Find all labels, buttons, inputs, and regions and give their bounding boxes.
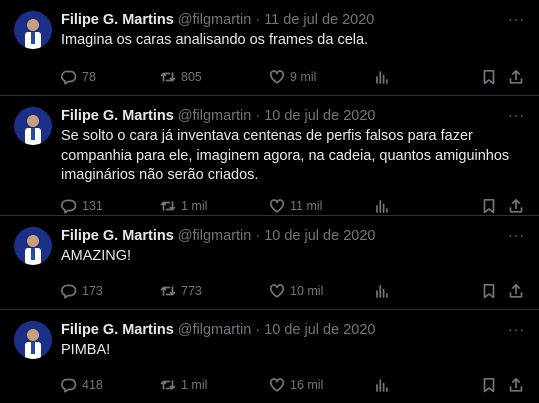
bar-chart-icon (376, 284, 388, 298)
tweet[interactable]: Filipe G. Martins @filgmartin · 10 de ju… (0, 216, 539, 310)
reply-button[interactable]: 173 (61, 273, 103, 309)
views-button[interactable] (374, 367, 390, 403)
bar-chart-icon (376, 199, 388, 213)
like-count: 9 mil (290, 69, 317, 84)
share-upload-icon (509, 69, 523, 84)
author-handle[interactable]: @filgmartin (178, 10, 252, 30)
tweet-text: Se solto o cara já inventava centenas de… (61, 128, 510, 183)
retweet-count: 1 mil (181, 198, 208, 213)
retweet-button[interactable]: 773 (160, 273, 202, 309)
bookmark-button[interactable] (481, 59, 497, 95)
tweet-date[interactable]: 10 de jul de 2020 (264, 226, 375, 246)
tweet-text: Imagina os caras analisando os frames da… (61, 32, 369, 48)
tweet[interactable]: Filipe G. Martins @filgmartin · 10 de ju… (0, 96, 539, 216)
separator-dot: · (255, 322, 261, 338)
tweet[interactable]: Filipe G. Martins @filgmartin · 10 de ju… (0, 310, 539, 397)
views-button[interactable] (374, 59, 390, 95)
heart-icon (269, 69, 285, 84)
author-name[interactable]: Filipe G. Martins (61, 10, 174, 30)
heart-icon (269, 198, 285, 213)
bookmark-button[interactable] (481, 367, 497, 403)
tweet-date[interactable]: 10 de jul de 2020 (264, 106, 375, 126)
more-dots-icon[interactable]: ··· (508, 108, 525, 122)
tweet-date[interactable]: 10 de jul de 2020 (264, 320, 375, 340)
retweet-icon (160, 200, 176, 211)
bookmark-icon (483, 283, 495, 298)
tweet-actions: 418 1 mil 16 mil (61, 367, 527, 403)
speech-bubble-icon (61, 199, 77, 214)
heart-icon (269, 283, 285, 298)
reply-button[interactable]: 418 (61, 367, 103, 403)
like-count: 10 mil (290, 283, 324, 298)
like-count: 11 mil (290, 198, 323, 213)
tweet-header: Filipe G. Martins @filgmartin · 10 de ju… (61, 320, 527, 340)
bar-chart-icon (376, 70, 388, 84)
share-button[interactable] (508, 273, 524, 309)
avatar[interactable] (14, 321, 52, 359)
reply-count: 418 (82, 377, 103, 392)
tweet[interactable]: Filipe G. Martins @filgmartin · 11 de ju… (0, 0, 539, 96)
retweet-icon (160, 71, 176, 82)
share-upload-icon (509, 283, 523, 298)
bookmark-button[interactable] (481, 273, 497, 309)
retweet-count: 773 (181, 283, 202, 298)
share-button[interactable] (508, 59, 524, 95)
more-dots-icon[interactable]: ··· (508, 12, 525, 26)
tweet-header: Filipe G. Martins @filgmartin · 10 de ju… (61, 226, 527, 246)
retweet-button[interactable]: 1 mil (160, 367, 207, 403)
share-upload-icon (509, 198, 523, 213)
timeline-feed: Filipe G. Martins @filgmartin · 11 de ju… (0, 0, 539, 397)
retweet-button[interactable]: 805 (160, 59, 202, 95)
bookmark-icon (483, 198, 495, 213)
avatar[interactable] (14, 107, 52, 145)
separator-dot: · (255, 108, 261, 124)
speech-bubble-icon (61, 284, 77, 299)
author-handle[interactable]: @filgmartin (178, 226, 252, 246)
more-dots-icon[interactable]: ··· (508, 322, 525, 336)
author-name[interactable]: Filipe G. Martins (61, 320, 174, 340)
bar-chart-icon (376, 378, 388, 392)
like-button[interactable]: 16 mil (269, 367, 323, 403)
reply-count: 131 (82, 198, 103, 213)
tweet-date[interactable]: 11 de jul de 2020 (264, 10, 374, 30)
reply-button[interactable]: 78 (61, 59, 96, 95)
retweet-count: 805 (181, 69, 202, 84)
avatar[interactable] (14, 227, 52, 265)
bookmark-icon (483, 69, 495, 84)
like-button[interactable]: 10 mil (269, 273, 323, 309)
share-upload-icon (509, 377, 523, 392)
more-dots-icon[interactable]: ··· (508, 228, 525, 242)
tweet-text: AMAZING! (61, 248, 132, 264)
reply-count: 78 (82, 69, 96, 84)
separator-dot: · (255, 228, 261, 244)
views-button[interactable] (374, 273, 390, 309)
share-button[interactable] (508, 367, 524, 403)
author-name[interactable]: Filipe G. Martins (61, 226, 174, 246)
tweet-actions: 78 805 9 mil (61, 59, 527, 95)
speech-bubble-icon (61, 378, 77, 393)
tweet-header: Filipe G. Martins @filgmartin · 10 de ju… (61, 106, 527, 126)
like-button[interactable]: 9 mil (269, 59, 316, 95)
author-name[interactable]: Filipe G. Martins (61, 106, 174, 126)
speech-bubble-icon (61, 70, 77, 85)
reply-count: 173 (82, 283, 103, 298)
bookmark-icon (483, 377, 495, 392)
avatar[interactable] (14, 11, 52, 49)
tweet-header: Filipe G. Martins @filgmartin · 11 de ju… (61, 10, 527, 30)
tweet-actions: 173 773 10 mil (61, 273, 527, 309)
heart-icon (269, 377, 285, 392)
retweet-count: 1 mil (181, 377, 208, 392)
retweet-icon (160, 285, 176, 296)
author-handle[interactable]: @filgmartin (178, 106, 252, 126)
tweet-text: PIMBA! (61, 342, 111, 358)
retweet-icon (160, 379, 176, 390)
separator-dot: · (255, 12, 261, 28)
like-count: 16 mil (290, 377, 324, 392)
author-handle[interactable]: @filgmartin (178, 320, 252, 340)
